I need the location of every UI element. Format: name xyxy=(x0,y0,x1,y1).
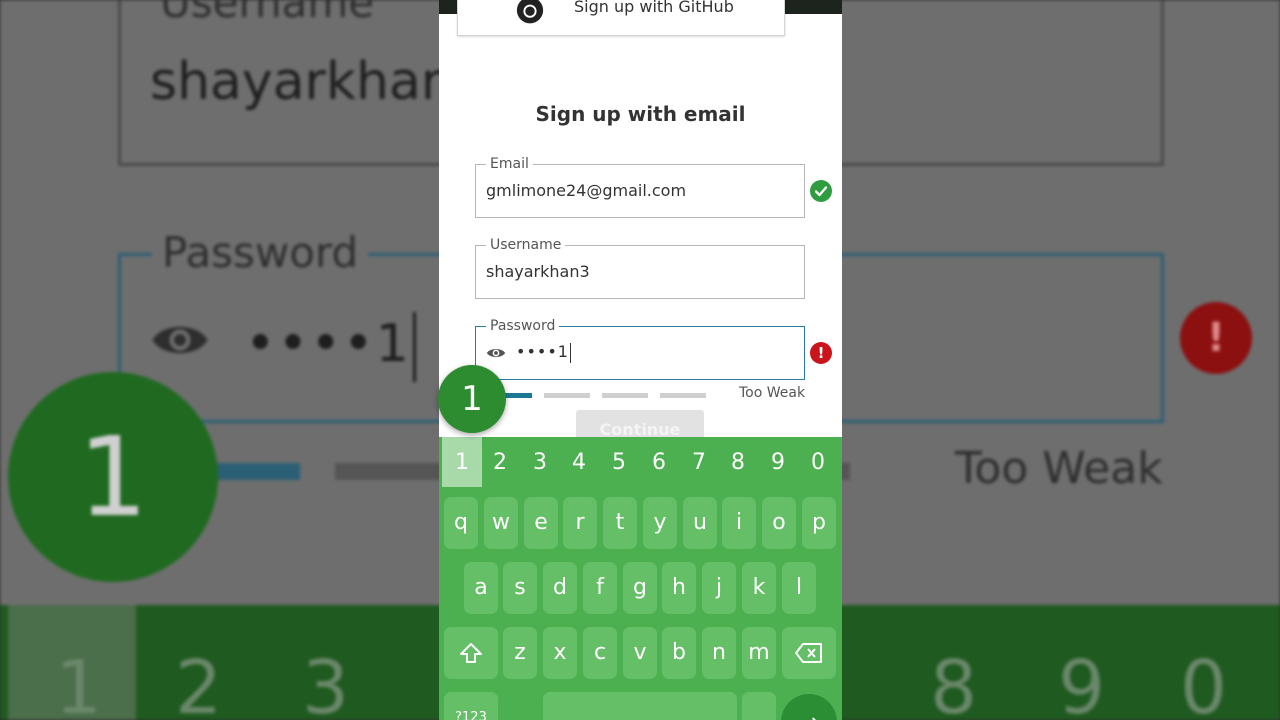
bg-password-value: ••••1 xyxy=(245,312,416,382)
key-g[interactable]: g xyxy=(623,562,657,614)
bg-username-value: shayarkhan3 xyxy=(150,52,487,112)
backspace-icon xyxy=(795,643,822,663)
key-0[interactable]: 0 xyxy=(798,437,838,487)
bg-password-label: Password xyxy=(152,228,369,277)
bg-digit: 9 xyxy=(1058,645,1106,720)
shift-key[interactable] xyxy=(444,627,498,679)
key-8[interactable]: 8 xyxy=(718,437,758,487)
bg-digit: 2 xyxy=(175,645,223,720)
bg-digit: 0 xyxy=(1180,645,1228,720)
key-9[interactable]: 9 xyxy=(758,437,798,487)
password-label: Password xyxy=(486,317,560,335)
key-v[interactable]: v xyxy=(623,627,657,679)
key-l[interactable]: l xyxy=(782,562,816,614)
key-2[interactable]: 2 xyxy=(480,437,520,487)
strength-segment xyxy=(602,393,648,398)
phone-screen: Sign up with GitHub Sign up with email E… xyxy=(439,0,842,720)
key-1[interactable]: 1 xyxy=(442,437,482,487)
github-icon xyxy=(516,0,544,24)
username-value: shayarkhan3 xyxy=(486,262,590,281)
backspace-key[interactable] xyxy=(782,627,836,679)
key-r[interactable]: r xyxy=(563,497,597,549)
step-badge: 1 xyxy=(438,365,506,433)
bg-eye-icon xyxy=(152,326,208,354)
key-k[interactable]: k xyxy=(742,562,776,614)
bg-digit: 3 xyxy=(302,645,350,720)
key-x[interactable]: x xyxy=(543,627,577,679)
github-signup-button[interactable]: Sign up with GitHub xyxy=(457,0,785,36)
key-d[interactable]: d xyxy=(543,562,577,614)
spacebar-key[interactable] xyxy=(543,692,737,720)
key-j[interactable]: j xyxy=(702,562,736,614)
key-4[interactable]: 4 xyxy=(559,437,599,487)
key-s[interactable]: s xyxy=(503,562,537,614)
key-i[interactable]: i xyxy=(722,497,756,549)
bg-strength-text: Too Weak xyxy=(955,443,1163,494)
email-label: Email xyxy=(486,155,533,173)
strength-segment xyxy=(660,393,706,398)
error-icon: ! xyxy=(810,342,832,364)
key-p[interactable]: p xyxy=(802,497,836,549)
key-e[interactable]: e xyxy=(524,497,558,549)
key-t[interactable]: t xyxy=(603,497,637,549)
key-b[interactable]: b xyxy=(662,627,696,679)
strength-segment-filled xyxy=(504,393,532,398)
key-3[interactable]: 3 xyxy=(520,437,560,487)
key-z[interactable]: z xyxy=(503,627,537,679)
key-f[interactable]: f xyxy=(583,562,617,614)
bg-digit: 1 xyxy=(55,645,103,720)
show-password-eye-icon[interactable] xyxy=(486,345,506,361)
check-circle-icon xyxy=(810,180,832,202)
key-n[interactable]: n xyxy=(702,627,736,679)
key-q[interactable]: q xyxy=(444,497,478,549)
shift-icon xyxy=(460,643,482,663)
symbols-key[interactable]: ?123 xyxy=(444,692,498,720)
username-field[interactable]: Username shayarkhan3 xyxy=(475,236,805,299)
key-7[interactable]: 7 xyxy=(679,437,719,487)
key-y[interactable]: y xyxy=(643,497,677,549)
key-w[interactable]: w xyxy=(484,497,518,549)
email-field[interactable]: Email gmlimone24@gmail.com xyxy=(475,155,805,218)
section-title: Sign up with email xyxy=(535,102,746,126)
onscreen-keyboard: 1 2 3 4 5 6 7 8 9 0 q w e r t y u i o p … xyxy=(439,437,842,720)
github-signup-label: Sign up with GitHub xyxy=(574,0,734,16)
bg-alert-icon: ! xyxy=(1180,302,1252,374)
password-field[interactable]: Password ••••1 xyxy=(475,317,805,380)
strength-segment xyxy=(544,393,590,398)
key-5[interactable]: 5 xyxy=(599,437,639,487)
bg-strength-segment xyxy=(335,463,445,480)
username-label: Username xyxy=(486,236,566,254)
email-value: gmlimone24@gmail.com xyxy=(486,181,687,200)
key-m[interactable]: m xyxy=(742,627,776,679)
key-o[interactable]: o xyxy=(762,497,796,549)
strength-text: Too Weak xyxy=(739,385,806,401)
key-c[interactable]: c xyxy=(583,627,617,679)
bg-username-label: Username xyxy=(150,0,385,27)
bg-step-badge: 1 xyxy=(8,372,218,582)
bg-digit: 8 xyxy=(930,645,978,720)
key-6[interactable]: 6 xyxy=(639,437,679,487)
key-a[interactable]: a xyxy=(464,562,498,614)
key-u[interactable]: u xyxy=(683,497,717,549)
period-key[interactable] xyxy=(742,692,776,720)
key-h[interactable]: h xyxy=(662,562,696,614)
next-arrow-icon[interactable]: → xyxy=(781,694,837,720)
password-value: ••••1 xyxy=(516,342,571,363)
